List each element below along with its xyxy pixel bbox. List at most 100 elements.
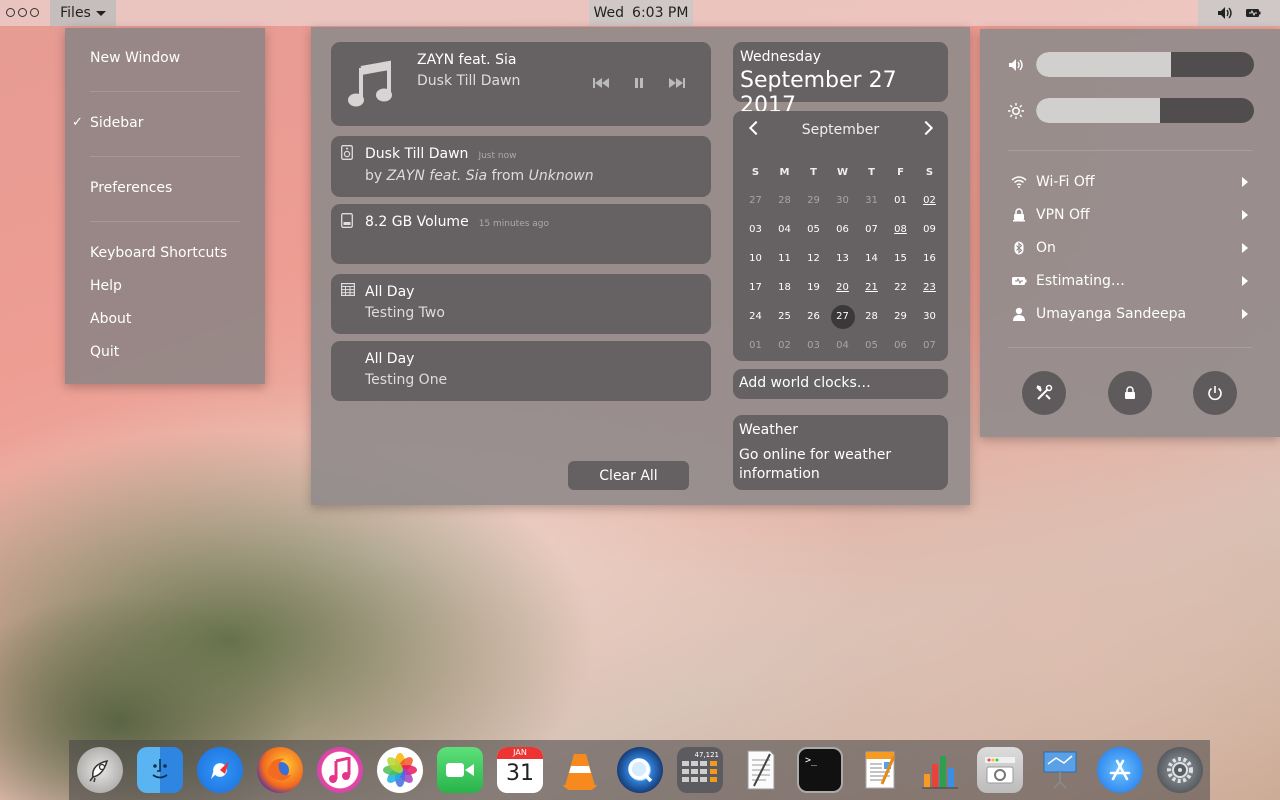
dock-numbers[interactable] <box>917 747 963 793</box>
volume-slider[interactable] <box>1036 52 1254 77</box>
calendar-day[interactable]: 28 <box>770 191 799 220</box>
calendar-day[interactable]: 02 <box>770 336 799 365</box>
calendar-day[interactable]: 17 <box>741 278 770 307</box>
weather-message: Go online for weather information <box>739 447 892 482</box>
notification-card[interactable]: 8.2 GB Volume 15 minutes ago <box>331 204 711 264</box>
calendar-day[interactable]: 02 <box>915 191 944 220</box>
activities-button[interactable] <box>6 8 39 17</box>
settings-button[interactable] <box>1022 371 1066 415</box>
battery-menu-item[interactable]: Estimating… <box>1008 270 1248 292</box>
dock-terminal[interactable]: >_ <box>797 747 843 793</box>
calendar-day[interactable]: 29 <box>799 191 828 220</box>
calendar-day[interactable]: 07 <box>915 336 944 365</box>
calendar-day[interactable]: 22 <box>886 278 915 307</box>
calendar-day[interactable]: 29 <box>886 307 915 336</box>
dock-safari[interactable] <box>197 747 243 793</box>
calendar-day[interactable]: 15 <box>886 249 915 278</box>
clock-button[interactable]: Wed 6:03 PM <box>589 0 693 26</box>
lock-button[interactable] <box>1108 371 1152 415</box>
clear-all-button[interactable]: Clear All <box>568 461 689 490</box>
vpn-menu-item[interactable]: VPN Off <box>1008 204 1248 226</box>
dock-keynote[interactable] <box>1037 747 1083 793</box>
dock-pages[interactable] <box>857 747 903 793</box>
menu-item-help[interactable]: Help <box>90 278 122 294</box>
calendar-day[interactable]: 01 <box>886 191 915 220</box>
calendar-day[interactable]: 30 <box>915 307 944 336</box>
calendar-day[interactable]: 03 <box>799 336 828 365</box>
brightness-slider[interactable] <box>1036 98 1254 123</box>
world-clocks-button[interactable]: Add world clocks… <box>733 369 948 399</box>
power-button[interactable] <box>1193 371 1237 415</box>
calendar-weekday-header: F <box>897 167 904 178</box>
calendar-day[interactable]: 20 <box>828 278 857 307</box>
calendar-day[interactable]: 25 <box>770 307 799 336</box>
calendar-day[interactable]: 24 <box>741 307 770 336</box>
calendar-day[interactable]: 23 <box>915 278 944 307</box>
dock-launchpad[interactable] <box>77 747 123 793</box>
user-menu-item[interactable]: Umayanga Sandeepa <box>1008 303 1248 325</box>
menu-item-quit[interactable]: Quit <box>90 344 119 360</box>
calendar-day[interactable]: 16 <box>915 249 944 278</box>
next-track-icon[interactable] <box>669 78 685 88</box>
menu-item-keyboard-shortcuts[interactable]: Keyboard Shortcuts <box>90 245 227 261</box>
notification-card[interactable]: Dusk Till Dawn Just now by ZAYN feat. Sia… <box>331 136 711 197</box>
dock-firefox[interactable] <box>257 747 303 793</box>
pause-icon[interactable] <box>635 78 643 88</box>
media-player-card[interactable]: ZAYN feat. Sia Dusk Till Dawn <box>331 42 711 126</box>
calendar-day[interactable]: 11 <box>770 249 799 278</box>
menu-item-new-window[interactable]: New Window <box>90 50 180 66</box>
menu-item-sidebar[interactable]: ✓ Sidebar <box>72 115 144 131</box>
dock-finder[interactable] <box>137 747 183 793</box>
dock-calculator[interactable]: 47,121 <box>677 747 723 793</box>
date-card[interactable]: Wednesday September 27 2017 <box>733 42 948 118</box>
dock-textedit[interactable] <box>737 747 783 793</box>
calendar-day-today[interactable]: 27 <box>828 305 857 336</box>
dock-photo-booth[interactable] <box>977 747 1023 793</box>
calendar-day[interactable]: 09 <box>915 220 944 249</box>
notification-album: Unknown <box>528 168 594 184</box>
calendar-day[interactable]: 28 <box>857 307 886 336</box>
calendar-day[interactable]: 21 <box>857 278 886 307</box>
calendar-day[interactable]: 30 <box>828 191 857 220</box>
calendar-day[interactable]: 13 <box>828 249 857 278</box>
calendar-day[interactable]: 27 <box>741 191 770 220</box>
bluetooth-menu-item[interactable]: On <box>1008 237 1248 259</box>
calendar-day[interactable]: 10 <box>741 249 770 278</box>
dock-system-preferences[interactable] <box>1157 747 1203 793</box>
dock-vlc[interactable] <box>557 747 603 793</box>
dock-quicktime[interactable] <box>617 747 663 793</box>
calendar-day[interactable]: 31 <box>857 191 886 220</box>
calendar-day[interactable]: 03 <box>741 220 770 249</box>
calendar-day[interactable]: 12 <box>799 249 828 278</box>
calendar-day[interactable]: 18 <box>770 278 799 307</box>
weather-card[interactable]: Weather Go online for weather informatio… <box>733 415 948 490</box>
calendar-day[interactable]: 08 <box>886 220 915 249</box>
app-menu-files[interactable]: Files <box>50 0 116 26</box>
notification-card[interactable]: All Day Testing Two <box>331 274 711 334</box>
calendar-day[interactable]: 04 <box>770 220 799 249</box>
menu-item-preferences[interactable]: Preferences <box>90 180 172 196</box>
calendar-day[interactable]: 05 <box>799 220 828 249</box>
calendar-day[interactable]: 26 <box>799 307 828 336</box>
calendar-day[interactable]: 01 <box>741 336 770 365</box>
calendar-day[interactable]: 06 <box>886 336 915 365</box>
battery-icon <box>1246 9 1261 17</box>
dock-photos[interactable] <box>377 747 423 793</box>
system-tray[interactable] <box>1198 0 1280 26</box>
calendar-day[interactable]: 04 <box>828 336 857 365</box>
calendar-day[interactable]: 06 <box>828 220 857 249</box>
wifi-menu-item[interactable]: Wi-Fi Off <box>1008 171 1248 193</box>
menu-item-about[interactable]: About <box>90 311 131 327</box>
notification-card[interactable]: All Day Testing One <box>331 341 711 401</box>
dock-app-store[interactable] <box>1097 747 1143 793</box>
dock-calendar[interactable]: JAN 31 <box>497 747 543 793</box>
document-pen-icon <box>747 750 775 790</box>
calendar-day[interactable]: 07 <box>857 220 886 249</box>
calendar-day[interactable]: 05 <box>857 336 886 365</box>
menu-item-label: Help <box>90 278 122 294</box>
dock-itunes[interactable] <box>317 747 363 793</box>
dock-facetime[interactable] <box>437 747 483 793</box>
calendar-day[interactable]: 14 <box>857 249 886 278</box>
calendar-day[interactable]: 19 <box>799 278 828 307</box>
previous-track-icon[interactable] <box>593 78 609 88</box>
